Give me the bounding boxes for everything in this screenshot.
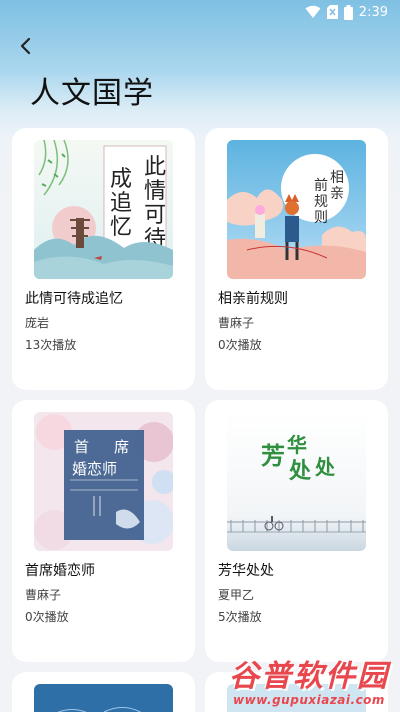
book-cover (34, 684, 173, 712)
play-count: 0次播放 (25, 610, 69, 624)
page-title: 人文国学 (30, 76, 154, 111)
play-count: 0次播放 (218, 338, 262, 352)
status-bar: 2:39 (0, 0, 400, 24)
book-title: 芳华处处 (218, 563, 274, 579)
book-author: 曹麻子 (218, 316, 255, 330)
book-cover: 芳 华 处 处 (227, 412, 366, 551)
book-cover: 此 情 可 待 成 追 忆 (34, 140, 173, 279)
watermark-logo: 谷普软件园 (229, 659, 389, 694)
svg-text:处: 处 (288, 458, 311, 484)
watermark: 谷普软件园 www.gupuxiazai.com (218, 646, 400, 712)
svg-text:此: 此 (144, 155, 166, 180)
book-card[interactable]: 相 亲 前 规 则 相亲前规则 曹麻子 0次播放 (205, 128, 388, 390)
sim-blocked-icon (326, 5, 338, 19)
book-title: 相亲前规则 (218, 291, 288, 307)
svg-text:首: 首 (74, 438, 89, 456)
svg-text:忆: 忆 (110, 215, 132, 240)
cover-illustration: 相 亲 前 规 则 (227, 140, 366, 279)
wifi-icon (305, 5, 321, 18)
battery-icon (343, 4, 353, 20)
cover-illustration: 首 席 婚恋师 (34, 412, 173, 551)
svg-text:席: 席 (114, 438, 129, 456)
svg-text:成: 成 (110, 167, 132, 192)
svg-text:相: 相 (330, 170, 344, 186)
status-time: 2:39 (358, 4, 388, 20)
book-author: 曹麻子 (25, 588, 62, 602)
book-title: 首席婚恋师 (25, 563, 95, 579)
svg-text:华: 华 (287, 433, 307, 457)
cover-illustration (34, 684, 173, 712)
svg-text:可: 可 (144, 203, 166, 228)
watermark-url: www.gupuxiazai.com (233, 693, 385, 707)
svg-text:处: 处 (314, 455, 336, 479)
svg-text:芳: 芳 (261, 441, 285, 470)
cover-illustration: 此 情 可 待 成 追 忆 (34, 140, 173, 279)
book-card[interactable]: 首 席 婚恋师 首席婚恋师 曹麻子 0次播放 (12, 400, 195, 662)
play-count: 5次播放 (218, 610, 262, 624)
book-card[interactable] (12, 672, 195, 712)
svg-text:则: 则 (314, 210, 328, 226)
play-count: 13次播放 (25, 338, 77, 352)
book-author: 庞岩 (25, 316, 50, 330)
cover-illustration: 芳 华 处 处 (227, 412, 366, 551)
svg-text:情: 情 (144, 179, 166, 204)
book-card[interactable]: 芳 华 处 处 芳华处处 夏甲乙 5次播放 (205, 400, 388, 662)
svg-text:婚恋师: 婚恋师 (72, 460, 117, 478)
svg-text:规: 规 (314, 194, 328, 210)
svg-text:追: 追 (110, 191, 132, 216)
book-author: 夏甲乙 (218, 588, 255, 602)
book-title: 此情可待成追忆 (25, 291, 123, 307)
svg-text:前: 前 (314, 177, 328, 194)
book-cover: 首 席 婚恋师 (34, 412, 173, 551)
back-button[interactable] (14, 34, 38, 58)
svg-text:亲: 亲 (330, 186, 344, 202)
back-arrow-icon (20, 37, 31, 55)
book-card[interactable]: 此 情 可 待 成 追 忆 此情可待成追忆 庞岩 13次播放 (12, 128, 195, 390)
book-cover: 相 亲 前 规 则 (227, 140, 366, 279)
